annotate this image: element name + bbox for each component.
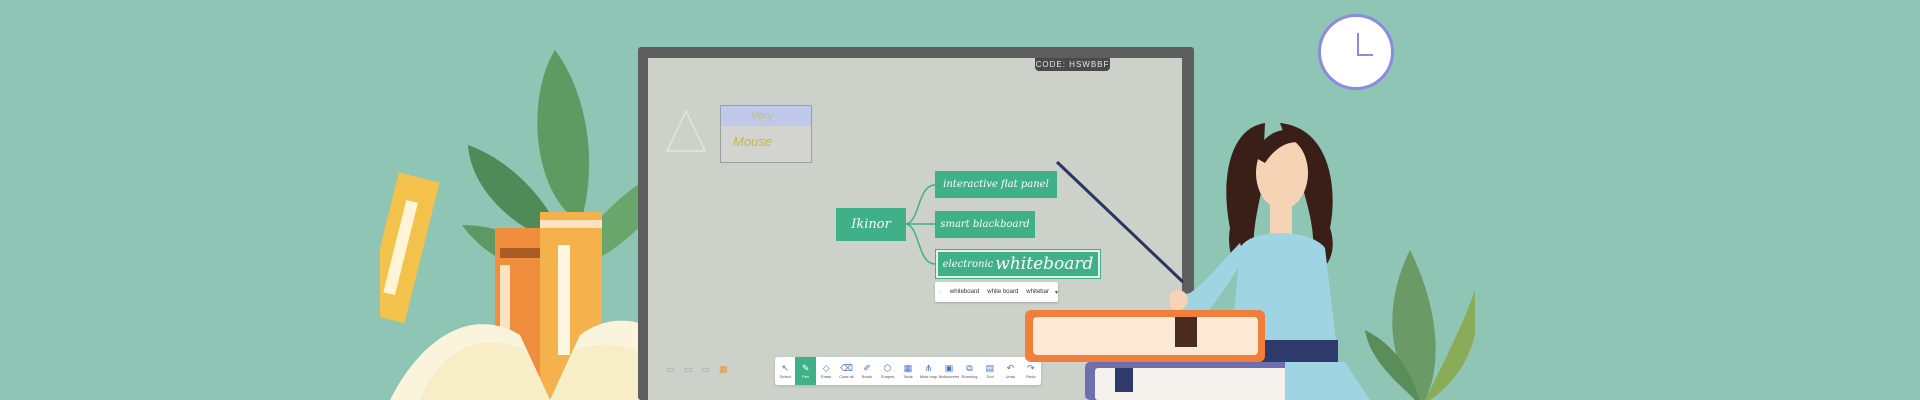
mindmap-node-smart-blackboard[interactable]: smart blackboard — [935, 211, 1035, 238]
pen-icon: ✎ — [801, 363, 810, 373]
tool-label: Erase — [820, 374, 832, 379]
undo-icon: ↶ — [1006, 363, 1015, 373]
app-grid-icon[interactable]: ▦ — [719, 364, 728, 375]
close-icon[interactable]: · — [935, 289, 946, 296]
tool-shapes-button[interactable]: ⬡ Shapes — [877, 357, 897, 385]
tool-multiscreen-button[interactable]: ▣ Multiscreen — [939, 357, 959, 385]
tool-label: Brush — [861, 374, 873, 379]
stacked-books-illustration — [1025, 310, 1285, 400]
tool-eraser-button[interactable]: ◇ Erase — [816, 357, 836, 385]
handwriting-suggestion-bar: · whiteboard white board whitebar ▾ — [935, 282, 1058, 302]
suggestion-option[interactable]: whitebar — [1022, 289, 1053, 295]
triangle-shape[interactable] — [664, 108, 708, 154]
mindmap-node-interactive-flat-panel[interactable]: interactive flat panel — [935, 171, 1057, 198]
multiscreen-icon: ▣ — [944, 363, 954, 373]
suggestion-option[interactable]: white board — [983, 289, 1022, 295]
brush-icon: ✐ — [863, 363, 871, 373]
toolbox-icon: ▤ — [985, 363, 995, 373]
tool-select-button[interactable]: ↖ Select — [775, 357, 795, 385]
image-card-line1: Very — [751, 110, 774, 122]
mindmap-connectors — [905, 184, 936, 265]
shapes-icon: ⬡ — [883, 363, 892, 373]
node-label-prefix: electronic — [942, 258, 994, 270]
tool-label: Mind map — [919, 374, 938, 379]
wall-clock-icon — [1318, 14, 1394, 90]
tool-pen-button[interactable]: ✎ Pen — [795, 357, 816, 385]
mindmap-root-node[interactable]: Ikinor — [836, 208, 906, 241]
tool-label: Select — [779, 374, 791, 379]
page-list-icon[interactable]: ▭ — [701, 364, 710, 375]
tool-clear-button[interactable]: ⌫ Clear all — [836, 357, 856, 385]
clear-icon: ⌫ — [840, 363, 853, 373]
suggestion-option[interactable]: whiteboard — [946, 289, 983, 295]
eraser-icon: ◇ — [822, 363, 830, 373]
inserted-image-card[interactable]: Very Mouse — [720, 105, 812, 163]
tool-label: Tool — [986, 374, 994, 379]
table-icon: ▦ — [903, 363, 913, 373]
tool-roaming-button[interactable]: ⧉ Roaming — [959, 357, 979, 385]
tool-table-button[interactable]: ▦ Table — [898, 357, 918, 385]
room-code-badge: CODE: HSWBBF — [1035, 58, 1110, 71]
tool-label: Table — [903, 374, 913, 379]
tool-label: Clear all — [839, 374, 854, 379]
tool-label: Roaming — [961, 374, 978, 379]
tool-label: Multiscreen — [938, 374, 960, 379]
tool-undo-button[interactable]: ↶ Undo — [1000, 357, 1020, 385]
plant-illustration — [1365, 250, 1475, 400]
tool-label: Undo — [1005, 374, 1016, 379]
chevron-down-icon[interactable]: ▾ — [1055, 289, 1058, 296]
page-add-icon[interactable]: ▭ — [684, 364, 693, 375]
roaming-icon: ⧉ — [966, 363, 973, 373]
page-toolbar: ▭ ▭ ▭ ▦ — [662, 358, 732, 380]
mindmap-icon: ⋔ — [924, 363, 933, 373]
select-icon: ↖ — [781, 363, 789, 373]
tool-label: Shapes — [880, 374, 895, 379]
image-card-line2: Mouse — [733, 134, 773, 149]
pointer-stick — [1055, 160, 1185, 284]
tool-toolbox-button[interactable]: ▤ Tool — [980, 357, 1000, 385]
tool-brush-button[interactable]: ✐ Brush — [857, 357, 877, 385]
tool-mindmap-button[interactable]: ⋔ Mind map — [918, 357, 938, 385]
tool-label: Pen — [802, 374, 810, 379]
whiteboard-toolbar: ↖ Select ✎ Pen ◇ Erase ⌫ Clear all ✐ Brush ⬡ Shapes… — [775, 357, 1041, 385]
page-thumbnail-icon[interactable]: ▭ — [666, 364, 675, 375]
